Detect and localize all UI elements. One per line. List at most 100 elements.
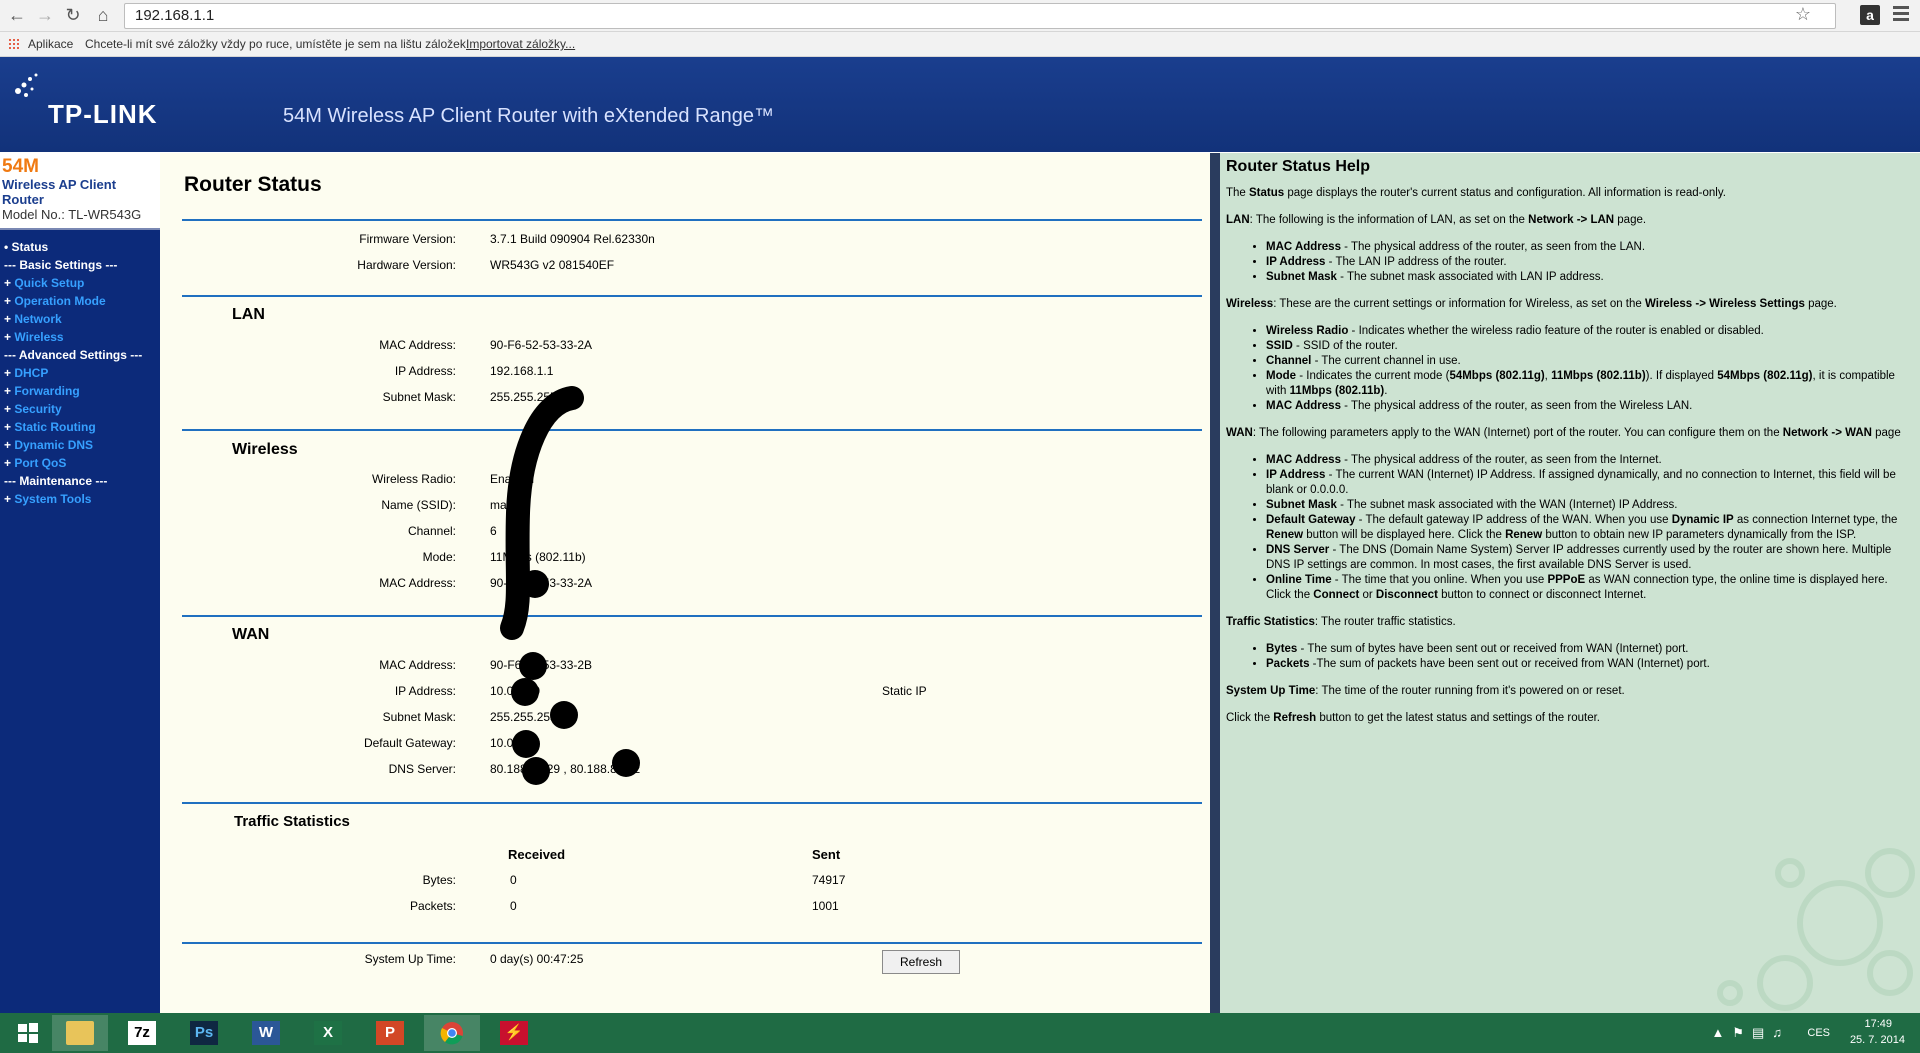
- model-number: Model No.: TL-WR543G: [2, 207, 142, 222]
- wireless-radio-label: Wireless Radio:: [371, 472, 456, 486]
- import-bookmarks-link[interactable]: Importovat záložky...: [466, 37, 575, 51]
- forward-arrow-icon[interactable]: →: [34, 4, 56, 26]
- help-paragraph: LAN: The following is the information of…: [1226, 214, 1647, 226]
- bytes-label: Bytes:: [422, 873, 456, 887]
- help-panel: Router Status Help The Status page displ…: [1220, 153, 1920, 1013]
- back-arrow-icon[interactable]: ←: [6, 4, 28, 26]
- powerpoint-icon: P: [376, 1021, 404, 1045]
- bookmark-star-icon[interactable]: ☆: [1795, 4, 1811, 25]
- uptime-value: 0 day(s) 00:47:25: [490, 952, 584, 966]
- sidebar-item-operation-mode[interactable]: Operation Mode: [0, 292, 160, 310]
- excel-icon: X: [314, 1021, 342, 1045]
- help-item: MAC Address - The physical address of th…: [1266, 240, 1914, 255]
- hardware-value: WR543G v2 081540EF: [490, 258, 615, 272]
- help-title: Router Status Help: [1226, 158, 1371, 175]
- address-bar[interactable]: 192.168.1.1 ☆: [124, 3, 1836, 29]
- lan-title: LAN: [232, 306, 265, 323]
- lan-mask-label: Subnet Mask:: [382, 390, 456, 404]
- help-item: Bytes - The sum of bytes have been sent …: [1266, 642, 1914, 657]
- wireless-title: Wireless: [232, 441, 298, 458]
- taskbar-chrome[interactable]: [424, 1015, 480, 1051]
- amazon-extension-icon[interactable]: a: [1860, 5, 1880, 25]
- channel-label: Channel:: [407, 524, 456, 538]
- help-item: Online Time - The time that you online. …: [1266, 573, 1914, 603]
- lan-mac-label: MAC Address:: [379, 338, 456, 352]
- lan-mac-value: 90-F6-52-53-33-2A: [490, 338, 593, 352]
- help-item: IP Address - The LAN IP address of the r…: [1266, 255, 1914, 270]
- decorative-bubbles: [1717, 848, 1915, 1011]
- help-item: Subnet Mask - The subnet mask associated…: [1266, 270, 1914, 285]
- taskbar: 7z Ps W X P ⚡ ▲⚑▤♫ CES 17:49 25. 7. 2014: [0, 1013, 1920, 1053]
- help-item: Packets -The sum of packets have been se…: [1266, 657, 1914, 672]
- windows-logo-icon: [18, 1023, 38, 1043]
- flash-icon: ⚡: [500, 1021, 528, 1045]
- apps-link[interactable]: Aplikace: [28, 37, 73, 51]
- frame-divider[interactable]: [1210, 153, 1220, 1013]
- gateway-label: Default Gateway:: [363, 736, 456, 750]
- sidebar-item-static-routing[interactable]: Static Routing: [0, 418, 160, 436]
- help-item: Default Gateway - The default gateway IP…: [1266, 513, 1914, 543]
- uptime-label: System Up Time:: [364, 952, 456, 966]
- help-item: Channel - The current channel in use.: [1266, 354, 1914, 369]
- sidebar-item-dhcp[interactable]: DHCP: [0, 364, 160, 382]
- clock-time[interactable]: 17:49: [1832, 1018, 1892, 1030]
- taskbar-word[interactable]: W: [238, 1015, 294, 1051]
- ssid-value: mamka: [490, 498, 530, 512]
- wan-ip-type: Static IP: [882, 684, 927, 698]
- sent-header: Sent: [812, 847, 841, 862]
- sidebar-item-port-qos[interactable]: Port QoS: [0, 454, 160, 472]
- reload-icon[interactable]: ↻: [62, 4, 84, 26]
- wan-ip-label: IP Address:: [394, 684, 456, 698]
- tray-icons[interactable]: ▲⚑▤♫: [1711, 1025, 1790, 1041]
- sidebar-item-status[interactable]: Status: [0, 238, 160, 256]
- bytes-received: 0: [510, 873, 517, 887]
- dns-label: DNS Server:: [388, 762, 456, 776]
- tp-link-logo: TP-LINK: [48, 99, 158, 129]
- sidebar-item-quick-setup[interactable]: Quick Setup: [0, 274, 160, 292]
- tp-link-logo-icon: [15, 73, 38, 97]
- taskbar-excel[interactable]: X: [300, 1015, 356, 1051]
- clock-date[interactable]: 25. 7. 2014: [1835, 1034, 1905, 1046]
- help-paragraph: The Status page displays the router's cu…: [1226, 187, 1726, 199]
- photoshop-icon: Ps: [190, 1021, 218, 1045]
- lan-ip-value: 192.168.1.1: [490, 364, 554, 378]
- ssid-label: Name (SSID):: [381, 498, 456, 512]
- firmware-value: 3.7.1 Build 090904 Rel.62330n: [490, 232, 655, 246]
- 7zip-icon: 7z: [128, 1021, 156, 1045]
- gateway-value: 10.0.0.9: [490, 736, 534, 750]
- browser-menu-icon[interactable]: [1893, 6, 1909, 24]
- help-item: SSID - SSID of the router.: [1266, 339, 1914, 354]
- browser-toolbar: ← → ↻ ⌂ 192.168.1.1 ☆ a: [0, 0, 1920, 32]
- help-paragraph: WAN: The following parameters apply to t…: [1226, 427, 1901, 439]
- sidebar-item-dynamic-dns[interactable]: Dynamic DNS: [0, 436, 160, 454]
- help-item: Subnet Mask - The subnet mask associated…: [1266, 498, 1914, 513]
- help-paragraph: System Up Time: The time of the router r…: [1226, 685, 1625, 697]
- received-header: Received: [508, 847, 566, 862]
- taskbar-powerpoint[interactable]: P: [362, 1015, 418, 1051]
- help-item: Mode - Indicates the current mode (54Mbp…: [1266, 369, 1914, 399]
- word-icon: W: [252, 1021, 280, 1045]
- taskbar-explorer[interactable]: [52, 1015, 108, 1051]
- sidebar-item-system-tools[interactable]: System Tools: [0, 490, 160, 508]
- sidebar: 54M Wireless AP Client Router Model No.:…: [0, 153, 160, 1013]
- start-button[interactable]: [0, 1015, 56, 1051]
- help-item: Wireless Radio - Indicates whether the w…: [1266, 324, 1914, 339]
- apps-grid-icon[interactable]: [8, 38, 20, 50]
- help-item: IP Address - The current WAN (Internet) …: [1266, 468, 1914, 498]
- taskbar-flash[interactable]: ⚡: [486, 1015, 542, 1051]
- wireless-mac-label: MAC Address:: [379, 576, 456, 590]
- sidebar-item-forwarding[interactable]: Forwarding: [0, 382, 160, 400]
- taskbar-7zip[interactable]: 7z: [114, 1015, 170, 1051]
- sidebar-item-network[interactable]: Network: [0, 310, 160, 328]
- language-indicator[interactable]: CES: [1807, 1027, 1830, 1039]
- home-icon[interactable]: ⌂: [92, 4, 114, 26]
- wan-mask-value: 255.255.255.0: [490, 710, 567, 724]
- address-bar-url: 192.168.1.1: [135, 7, 215, 24]
- taskbar-photoshop[interactable]: Ps: [176, 1015, 232, 1051]
- router-header: TP-LINK 54M Wireless AP Client Router wi…: [0, 57, 1920, 158]
- firmware-label: Firmware Version:: [359, 232, 456, 246]
- sidebar-item-security[interactable]: Security: [0, 400, 160, 418]
- sidebar-item-wireless[interactable]: Wireless: [0, 328, 160, 346]
- refresh-button[interactable]: Refresh: [882, 950, 960, 974]
- wan-title: WAN: [232, 626, 270, 643]
